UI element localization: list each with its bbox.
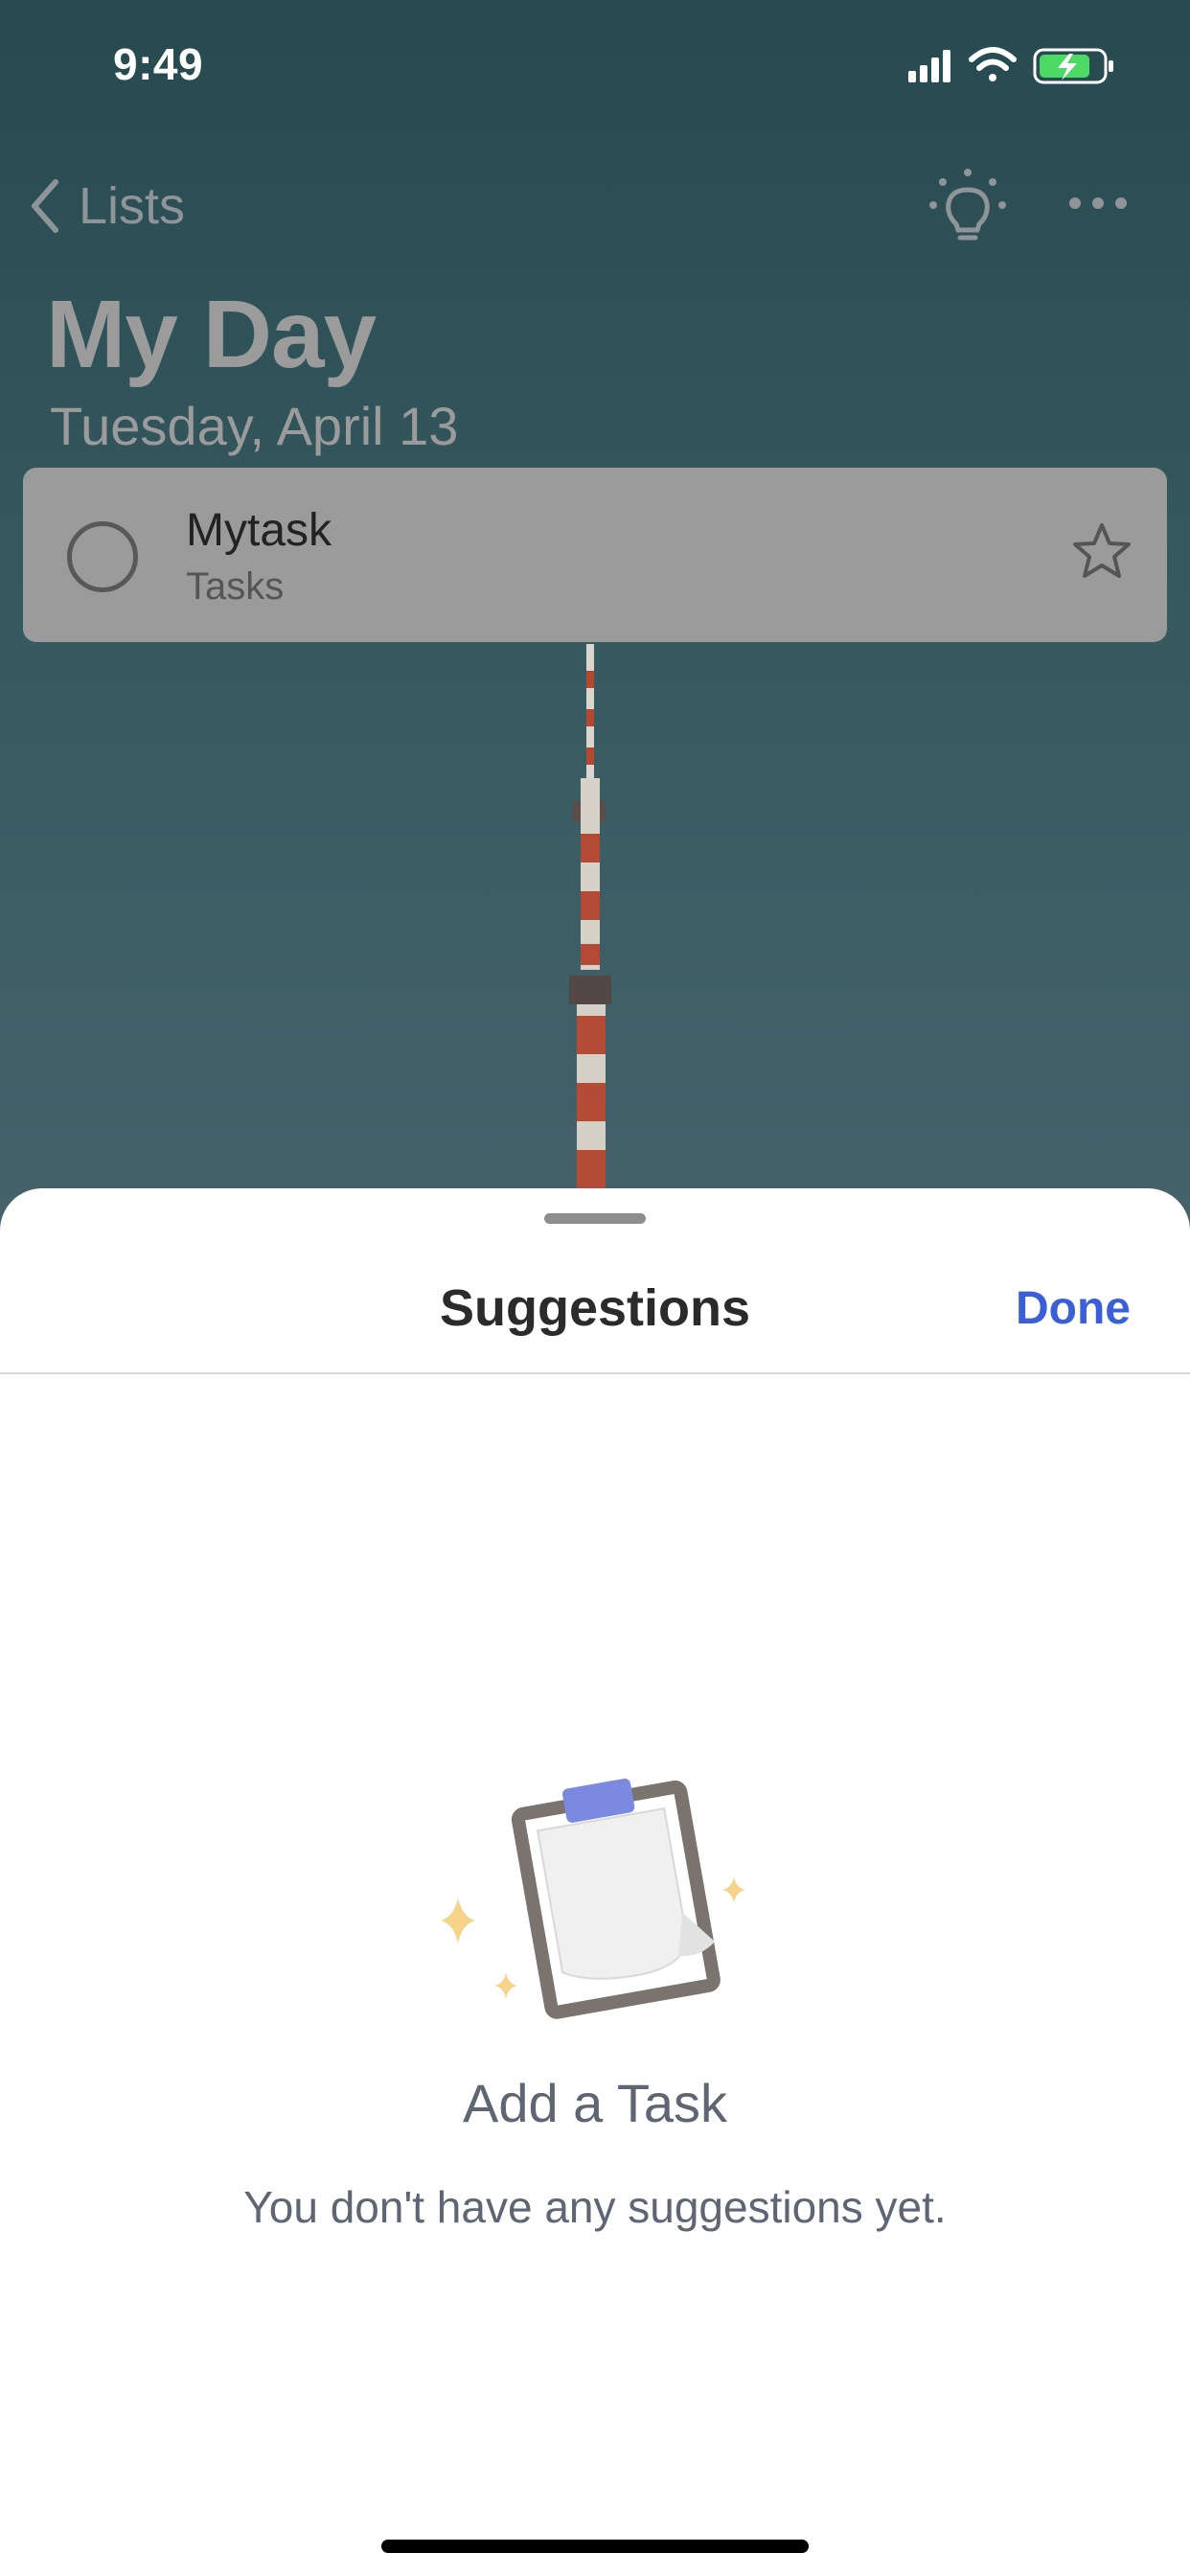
status-icons [908,47,1113,84]
signal-icon [908,50,950,82]
back-button[interactable]: Lists [29,172,185,240]
more-icon[interactable] [1065,182,1131,230]
suggestions-sheet: Suggestions Done Add a Task You don't ha… [0,1188,1190,2576]
divider [0,1372,1190,1374]
task-list-name: Tasks [186,565,285,608]
page-title: My Day [46,281,377,388]
complete-task-checkbox[interactable] [67,521,138,592]
clipboard-illustration-icon [441,1778,745,2019]
wifi-icon [969,47,1017,81]
task-item[interactable]: Mytask Tasks [23,468,1167,642]
lightbulb-icon[interactable] [922,161,1014,253]
empty-state-message: You don't have any suggestions yet. [243,2182,947,2232]
sheet-title: Suggestions [439,1279,751,1337]
home-indicator [381,2540,809,2553]
sheet-grabber[interactable] [544,1213,646,1224]
star-icon[interactable] [1067,518,1136,586]
battery-charging-icon [1033,48,1113,84]
back-label: Lists [79,177,186,235]
empty-state-title: Add a Task [462,2073,728,2133]
task-title: Mytask [186,505,332,556]
page-date: Tuesday, April 13 [50,396,459,456]
chevron-left-icon [32,179,58,233]
status-time: 9:49 [113,39,204,89]
done-button[interactable]: Done [1016,1282,1131,1335]
